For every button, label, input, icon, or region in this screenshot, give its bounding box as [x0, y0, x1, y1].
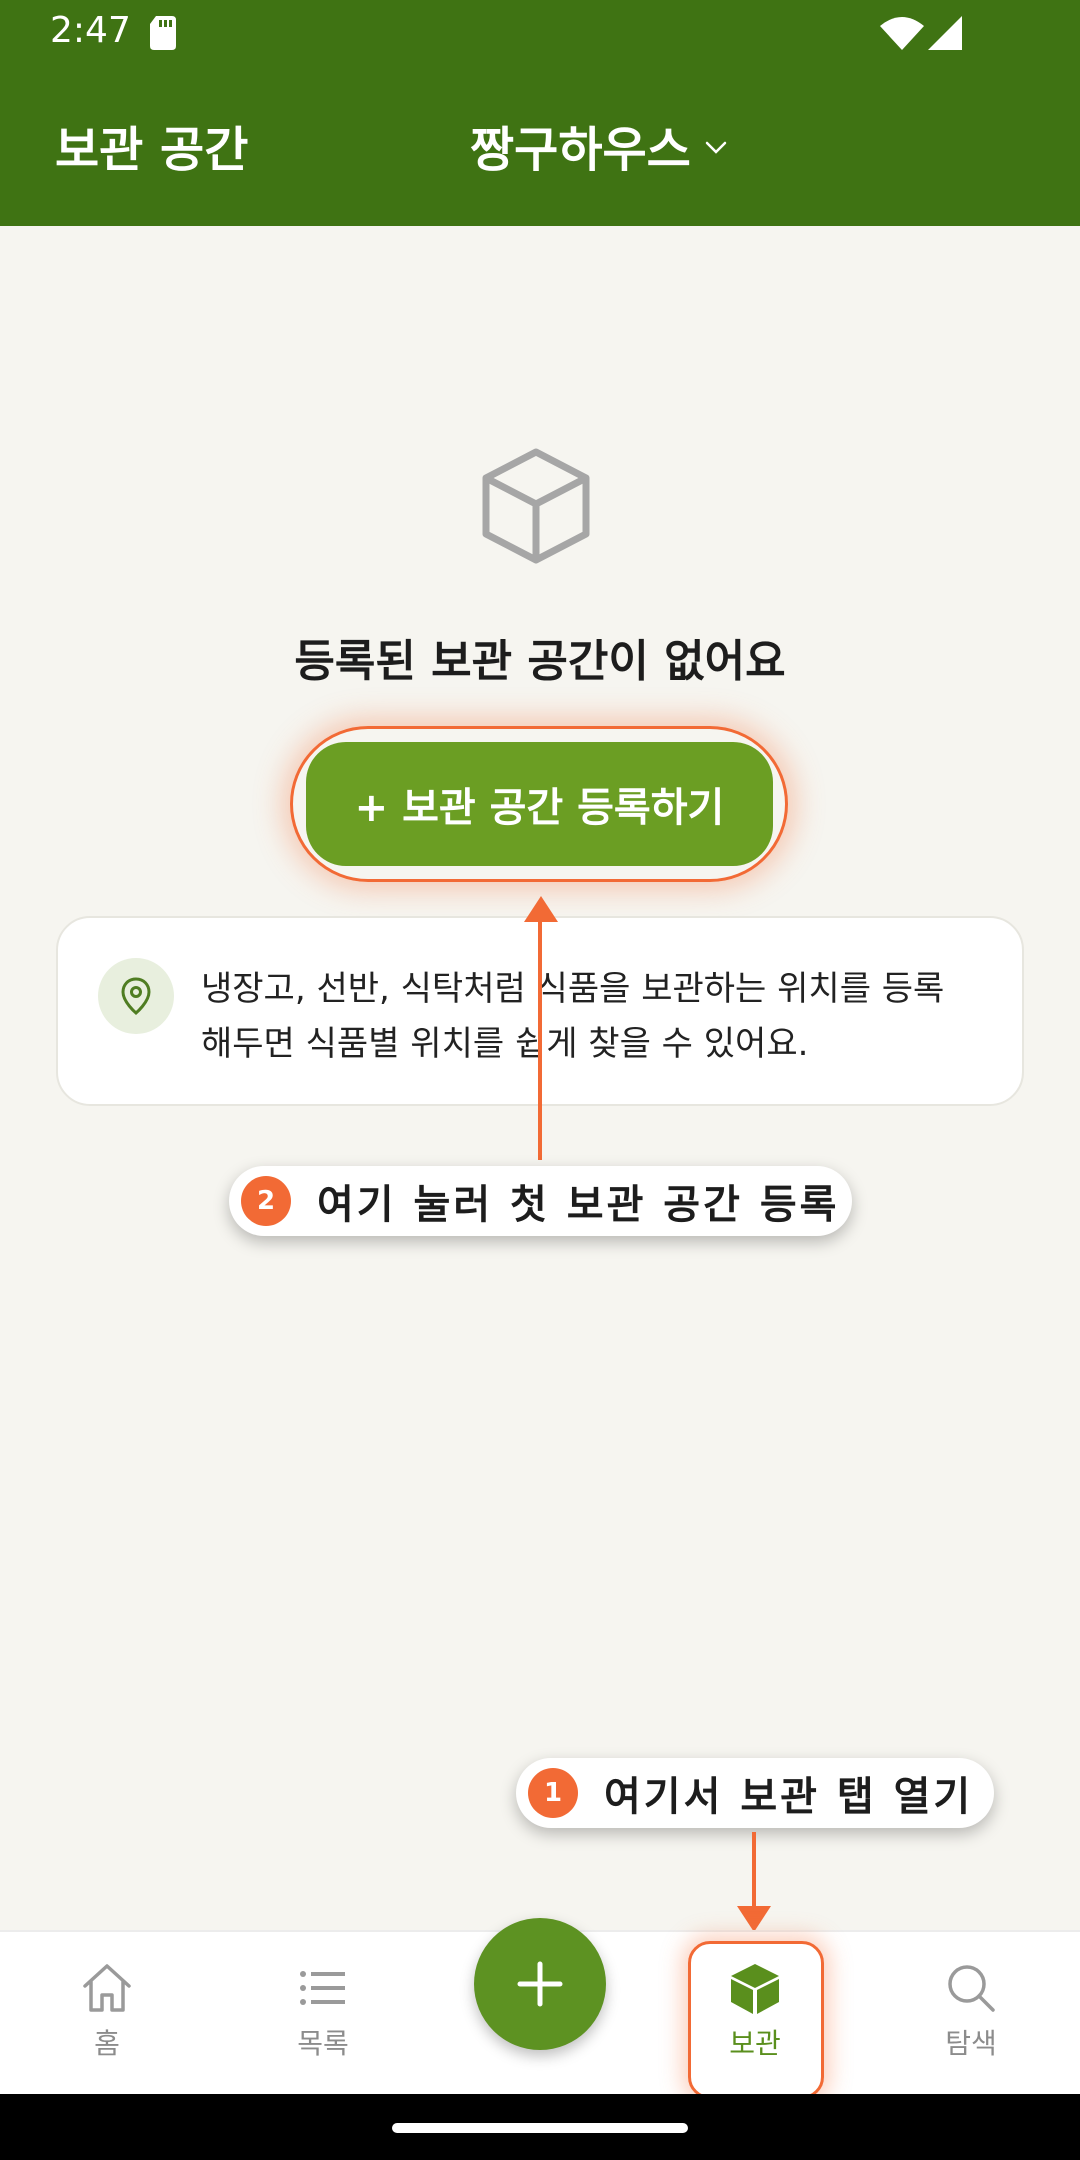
empty-state-title: 등록된 보관 공간이 없어요	[294, 636, 786, 687]
search-icon	[948, 1965, 995, 2012]
add-fab-button[interactable]	[474, 1918, 606, 2050]
list-icon	[300, 1971, 345, 2005]
callout-arrow-up	[538, 920, 542, 1160]
chevron-down-icon	[705, 141, 727, 154]
callout-text: 여기 눌러 첫 보관 공간 등록	[317, 1182, 840, 1228]
nav-label-search: 탐색	[945, 2027, 997, 2060]
storage-tab-highlight	[688, 1941, 824, 2099]
nav-item-home[interactable]: 홈	[32, 1960, 182, 2062]
signal-icon	[928, 16, 962, 50]
callout-step-2: 2 여기 눌러 첫 보관 공간 등록	[229, 1166, 852, 1236]
plus-icon	[517, 1961, 563, 2007]
info-text-line1: 냉장고, 선반, 식탁처럼 식품을 보관하는 위치를 등록	[201, 969, 945, 1009]
step-number-badge: 1	[528, 1768, 578, 1818]
app-bar: 보관 공간 짱구하우스	[0, 70, 1080, 226]
home-icon	[83, 1964, 131, 2012]
status-time: 2:47	[50, 10, 131, 51]
arrow-down-icon	[737, 1906, 771, 1932]
callout-step-1: 1 여기서 보관 탭 열기	[516, 1758, 994, 1828]
callout-text: 여기서 보관 탭 열기	[604, 1774, 974, 1820]
nav-label-list: 목록	[297, 2027, 349, 2060]
house-name: 짱구하우스	[470, 122, 691, 178]
info-text: 냉장고, 선반, 식탁처럼 식품을 보관하는 위치를 등록 해두면 식품별 위치…	[201, 962, 1001, 1072]
arrow-up-icon	[524, 896, 558, 922]
home-gesture-handle[interactable]	[392, 2123, 688, 2133]
step-number-badge: 2	[241, 1176, 291, 1226]
nav-label-home: 홈	[94, 2027, 120, 2060]
location-pin-icon	[121, 977, 151, 1015]
wifi-icon	[880, 17, 924, 50]
box-icon	[482, 448, 590, 564]
add-storage-space-button[interactable]: + 보관 공간 등록하기	[306, 742, 773, 866]
nav-item-search[interactable]: 탐색	[896, 1960, 1046, 2062]
info-text-line2: 해두면 식품별 위치를 쉽게 찾을 수 있어요.	[201, 1024, 809, 1064]
info-icon-badge	[98, 958, 174, 1034]
nav-item-list[interactable]: 목록	[248, 1960, 398, 2062]
page-title: 보관 공간	[55, 122, 249, 178]
sd-card-icon	[150, 16, 176, 50]
status-bar: 2:47	[0, 0, 1080, 70]
house-selector[interactable]: 짱구하우스	[470, 110, 727, 180]
